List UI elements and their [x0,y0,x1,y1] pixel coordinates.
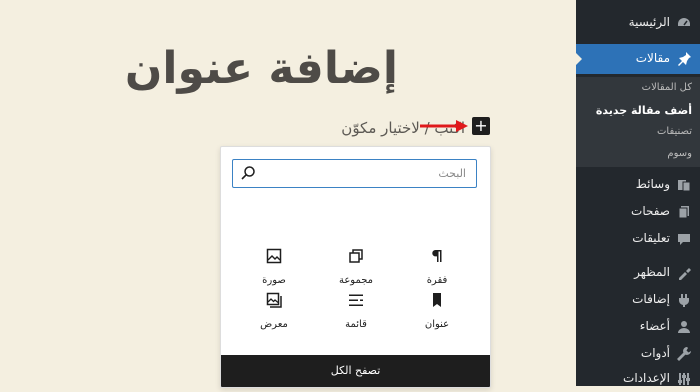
group-icon [349,249,363,263]
dashboard-icon [678,18,690,26]
sidebar-item-pages[interactable]: صفحات [576,199,700,225]
sidebar-item-label: مقالات [635,51,670,65]
block-search-input[interactable] [261,160,466,186]
submenu-item-all-posts[interactable]: كل المقالات [642,82,692,93]
submenu-item-tags[interactable]: وسوم [667,148,692,159]
submenu-item-categories[interactable]: تصنيفات [657,126,692,137]
block-label: صورة [262,275,286,286]
active-pointer [575,52,582,66]
image-icon [266,248,282,264]
sidebar-item-label: أعضاء [639,319,670,333]
block-list[interactable]: قائمة [316,291,396,351]
sidebar-item-posts[interactable]: مقالات [575,44,700,74]
sidebar-item-appearance[interactable]: المظهر [576,260,700,286]
list-icon [349,294,363,306]
sidebar-item-media[interactable]: وسائط [576,172,700,198]
sidebar-item-label: أدوات [640,346,670,360]
submenu-item-add-new-post[interactable]: أضف مقالة جديدة [596,104,692,117]
sidebar-item-settings[interactable]: الإعدادات [576,366,700,392]
browse-all-button[interactable]: تصفح الكل [221,355,490,387]
gallery-icon [266,292,282,308]
posts-submenu: كل المقالات أضف مقالة جديدة تصنيفات وسوم [576,77,700,167]
sidebar-item-label: المظهر [634,265,670,279]
block-label: قائمة [345,319,367,330]
block-inserter-popover: فقرة مجموعة صورة عنوان [220,146,491,388]
editor-canvas: إضافة عنوان اكتب / لاختيار مكوّن + فقرة [0,0,576,388]
sidebar-item-label: صفحات [631,204,670,218]
admin-sidebar: الرئيسية مقالات كل المقالات أضف مقالة جد… [575,0,700,386]
block-label: عنوان [424,319,450,330]
sidebar-item-dashboard[interactable]: الرئيسية [576,10,700,36]
post-title[interactable]: إضافة عنوان [118,40,398,98]
plugins-icon [679,294,689,307]
annotation-arrow-icon [420,120,468,132]
block-heading[interactable]: عنوان [397,291,477,351]
sidebar-item-label: وسائط [635,177,670,191]
sidebar-item-label: إضافات [632,292,670,306]
sidebar-item-tools[interactable]: أدوات [576,341,700,367]
block-label: مجموعة [338,275,374,286]
block-label: فقرة [426,275,448,286]
media-icon [678,180,691,192]
sidebar-item-comments[interactable]: تعليقات [576,226,700,252]
block-search [232,159,477,188]
sidebar-item-plugins[interactable]: إضافات [576,287,700,313]
appearance-icon [679,268,691,280]
sidebar-item-users[interactable]: أعضاء [576,314,700,340]
block-inserter-toggle-button[interactable]: + [472,117,490,135]
settings-icon [678,373,690,385]
pin-icon [678,52,691,66]
comments-icon [678,234,690,245]
tools-icon [677,347,691,361]
paragraph-icon [432,250,442,262]
block-label: معرض [260,319,288,330]
search-icon [241,166,255,180]
heading-bookmark-icon [433,293,441,307]
pages-icon [678,206,689,219]
sidebar-item-label: الإعدادات [623,371,670,385]
sidebar-item-label: الرئيسية [628,15,670,29]
sidebar-item-label: تعليقات [632,231,670,245]
block-gallery[interactable]: معرض [234,291,314,351]
users-icon [678,321,690,333]
